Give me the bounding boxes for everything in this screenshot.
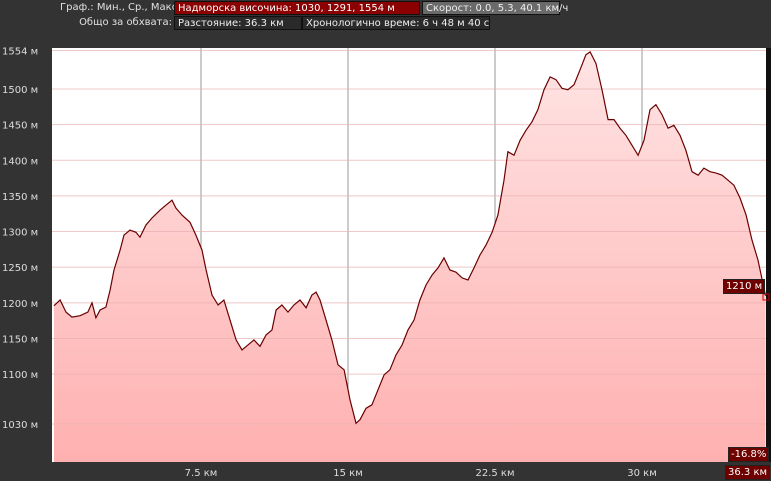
y-tick-label: 1200 м: [2, 299, 38, 310]
x-tick-label: 30 км: [627, 468, 657, 479]
y-tick-label: 1450 м: [2, 121, 38, 132]
y-tick-label: 1030 м: [2, 420, 38, 431]
y-tick-label: 1500 м: [2, 85, 38, 96]
y-tick-label: 1150 м: [2, 334, 38, 345]
cursor-elevation-label: 1210 м: [723, 279, 766, 294]
y-tick-label: 1100 м: [2, 370, 38, 381]
x-tick-label: 7.5 км: [185, 468, 218, 479]
x-tick-label: 22.5 км: [475, 468, 514, 479]
y-tick-label: 1400 м: [2, 156, 38, 167]
elevation-chart[interactable]: 7.5 км 15 км 22.5 км 30 км 1554 м 1500 м 1450 …: [0, 0, 771, 481]
y-tick-label: 1300 м: [2, 228, 38, 239]
y-tick-label: 1554 м: [2, 46, 38, 57]
x-tick-label: 15 км: [333, 468, 363, 479]
y-tick-label: 1250 м: [2, 263, 38, 274]
grade-label: -16.8%: [728, 447, 770, 462]
y-tick-label: 1350 м: [2, 192, 38, 203]
cursor-distance-label: 36.3 км: [725, 465, 771, 480]
